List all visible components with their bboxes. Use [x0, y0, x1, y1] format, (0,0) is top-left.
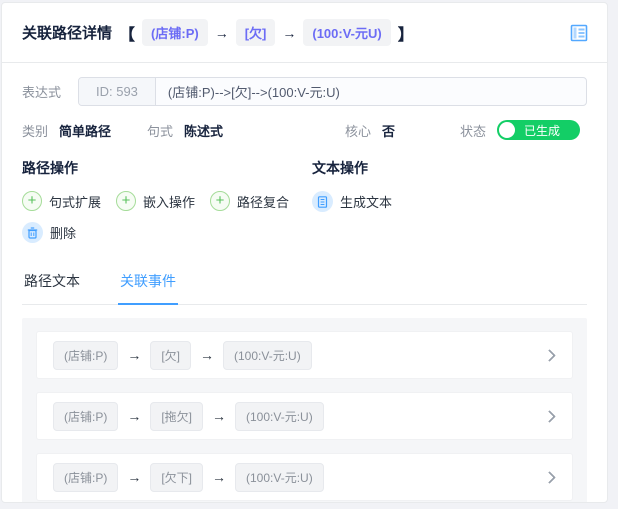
operations-section: 路径操作 + 句式扩展 + 嵌入操作 + 路径复合 删除 文本操作 生成文本: [22, 156, 587, 254]
core-group: 核心 否: [345, 121, 460, 140]
plus-icon: +: [116, 191, 137, 211]
expression-row: 表达式 ID: 593 (店铺:P)-->[欠]-->(100:V-元:U): [22, 77, 587, 106]
related-events-list: (店铺:P) → [欠] → (100:V-元:U) (店铺:P) → [拖欠]…: [22, 318, 587, 502]
category-label: 类别: [22, 123, 49, 139]
status-badge: 已生成: [524, 123, 561, 138]
arrow-icon: →: [282, 24, 297, 41]
plus-icon: +: [210, 191, 231, 211]
path-operations-title: 路径操作: [22, 160, 78, 176]
arrow-icon: →: [127, 408, 142, 424]
generate-text-button[interactable]: 生成文本: [312, 191, 392, 212]
event-node-tag: (店铺:P): [53, 340, 119, 370]
arrow-icon: →: [214, 24, 229, 41]
expression-label: 表达式: [22, 85, 62, 100]
document-icon: [312, 191, 333, 212]
button-label: 句式扩展: [49, 194, 102, 210]
text-operations-column: 文本操作 生成文本: [312, 156, 407, 254]
event-row[interactable]: (店铺:P) → [拖欠] → (100:V-元:U): [36, 392, 573, 440]
meta-row: 类别 简单路径 句式 陈述式 核心 否 状态 已生成: [22, 120, 587, 140]
path-node-tag: (店铺:P): [142, 19, 208, 46]
event-node-tag: (100:V-元:U): [223, 340, 312, 370]
path-node-tag: [欠]: [235, 19, 276, 46]
notebook-icon[interactable]: [569, 23, 589, 43]
card-header: 关联路径详情 【 (店铺:P) → [欠] → (100:V-元U) 】: [2, 3, 607, 63]
arrow-icon: →: [200, 347, 215, 363]
status-switch[interactable]: 已生成: [497, 120, 581, 140]
event-row[interactable]: (店铺:P) → [欠下] → (100:V-元:U): [36, 453, 573, 501]
card-body: 表达式 ID: 593 (店铺:P)-->[欠]-->(100:V-元:U) 类…: [2, 63, 607, 502]
chevron-right-icon: [543, 348, 556, 362]
tab-path-text[interactable]: 路径文本: [22, 263, 82, 304]
expression-value: (店铺:P)-->[欠]-->(100:V-元:U): [167, 85, 340, 100]
trash-icon: [22, 222, 43, 243]
button-label: 生成文本: [340, 195, 393, 210]
event-node-tag: [欠下]: [150, 462, 204, 492]
tab-related-events[interactable]: 关联事件: [118, 263, 178, 305]
tab-bar: 路径文本 关联事件: [22, 263, 587, 305]
event-node-tag: (100:V-元:U): [235, 401, 324, 431]
bracket-close: 】: [397, 26, 414, 44]
bracket-open: 【: [119, 26, 136, 44]
core-value: 否: [382, 123, 396, 139]
arrow-icon: →: [212, 408, 227, 424]
path-compose-button[interactable]: + 路径复合: [210, 191, 289, 211]
plus-icon: +: [22, 191, 42, 211]
sentence-expand-button[interactable]: + 句式扩展: [22, 191, 101, 211]
path-operations-column: 路径操作 + 句式扩展 + 嵌入操作 + 路径复合 删除: [22, 156, 312, 254]
embed-operation-button[interactable]: + 嵌入操作: [116, 191, 195, 211]
event-node-tag: (店铺:P): [53, 401, 119, 431]
status-group: 状态 已生成: [460, 120, 581, 140]
arrow-icon: →: [212, 469, 227, 485]
chevron-right-icon: [543, 409, 556, 423]
text-operations-title: 文本操作: [312, 160, 368, 176]
event-node-tag: (100:V-元:U): [235, 462, 324, 492]
page-title: 关联路径详情: [22, 25, 113, 42]
core-label: 核心: [345, 123, 372, 139]
chevron-right-icon: [543, 470, 556, 484]
arrow-icon: →: [127, 469, 142, 485]
switch-knob-icon: [499, 122, 516, 138]
button-label: 嵌入操作: [143, 194, 196, 210]
event-row[interactable]: (店铺:P) → [欠] → (100:V-元:U): [36, 331, 573, 379]
path-node-tag: (100:V-元U): [303, 19, 391, 46]
path-detail-card: 关联路径详情 【 (店铺:P) → [欠] → (100:V-元U) 】 表达式…: [1, 2, 608, 503]
category-group: 类别 简单路径: [22, 121, 147, 140]
event-node-tag: [欠]: [150, 340, 192, 370]
delete-button[interactable]: 删除: [22, 222, 76, 243]
sentence-group: 句式 陈述式: [147, 121, 345, 140]
expression-input[interactable]: ID: 593 (店铺:P)-->[欠]-->(100:V-元:U): [78, 77, 587, 106]
event-node-tag: [拖欠]: [150, 401, 204, 431]
sentence-value: 陈述式: [184, 123, 224, 139]
category-value: 简单路径: [59, 123, 112, 139]
arrow-icon: →: [127, 347, 142, 363]
event-node-tag: (店铺:P): [53, 462, 119, 492]
button-label: 删除: [50, 226, 77, 241]
button-label: 路径复合: [237, 194, 290, 210]
status-label: 状态: [460, 123, 487, 139]
sentence-label: 句式: [147, 123, 174, 139]
expression-id-prefix: ID: 593: [79, 78, 156, 105]
